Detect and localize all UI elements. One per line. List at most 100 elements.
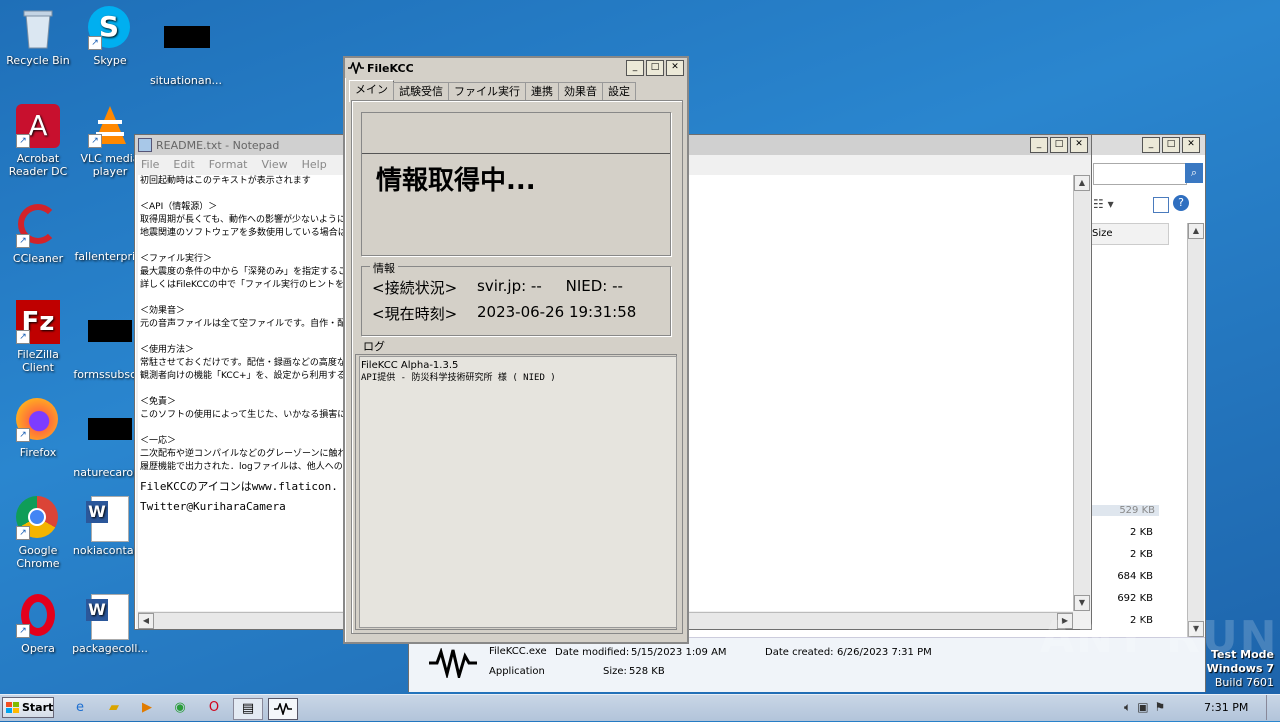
minimize-button[interactable]: _ bbox=[1030, 137, 1048, 153]
scroll-up-button[interactable]: ▲ bbox=[1074, 175, 1090, 191]
close-button[interactable]: ✕ bbox=[666, 60, 684, 76]
desktop-icon-recycle-bin[interactable]: Recycle Bin bbox=[0, 6, 76, 67]
menu-edit[interactable]: Edit bbox=[173, 158, 194, 171]
tab-file-exec[interactable]: ファイル実行 bbox=[448, 82, 526, 101]
show-desktop-button[interactable] bbox=[1266, 695, 1279, 720]
redacted-file-icon bbox=[88, 418, 132, 462]
opera-icon: ↗ bbox=[16, 594, 60, 638]
notepad-app-icon bbox=[138, 138, 152, 152]
filekcc-tabs: メイン 試験受信 ファイル実行 連携 効果音 設定 bbox=[345, 78, 687, 102]
ie-icon[interactable]: e bbox=[66, 698, 94, 718]
acrobat-icon: A ↗ bbox=[16, 104, 60, 148]
log-line: API提供 - 防災科学技術研究所 様 ( NIED ) bbox=[361, 373, 556, 383]
tab-main[interactable]: メイン bbox=[349, 80, 394, 102]
scroll-left-button[interactable]: ◀ bbox=[138, 613, 154, 629]
minimize-button[interactable]: _ bbox=[626, 60, 644, 76]
tab-link[interactable]: 連携 bbox=[525, 82, 559, 101]
word-doc-icon: W bbox=[86, 496, 132, 542]
desktop-icon-firefox[interactable]: ↗ Firefox bbox=[0, 398, 76, 459]
vlc-icon: ↗ bbox=[88, 104, 132, 148]
system-tray: 🔈︎▣⚑ bbox=[1124, 700, 1171, 715]
maximize-button[interactable]: □ bbox=[1162, 137, 1180, 153]
flag-icon[interactable]: ⚑ bbox=[1155, 700, 1172, 714]
tab-test-receive[interactable]: 試験受信 bbox=[393, 82, 449, 101]
status-panel: 情報取得中... bbox=[361, 112, 671, 256]
clock[interactable]: 7:31 PM bbox=[1204, 701, 1248, 714]
desktop-icon-filezilla[interactable]: Fz ↗ FileZilla Client bbox=[0, 300, 76, 374]
size-cell[interactable]: 692 KB bbox=[1087, 593, 1157, 604]
details-type: Application bbox=[489, 666, 545, 677]
help-icon[interactable]: ? bbox=[1173, 195, 1189, 211]
search-icon[interactable]: ⌕ bbox=[1185, 163, 1203, 183]
desktop-icon-ccleaner[interactable]: ↗ CCleaner bbox=[0, 202, 76, 265]
explorer-folder-icon[interactable]: ▰ bbox=[100, 698, 128, 718]
desktop-icon-opera[interactable]: ↗ Opera bbox=[0, 594, 76, 655]
notepad-vscrollbar[interactable]: ▲ ▼ bbox=[1073, 175, 1090, 611]
speaker-icon[interactable]: 🔈︎ bbox=[1124, 700, 1137, 714]
chrome-taskbar-icon[interactable]: ◉ bbox=[166, 698, 194, 718]
scroll-up-button[interactable]: ▲ bbox=[1188, 223, 1204, 239]
close-button[interactable]: ✕ bbox=[1182, 137, 1200, 153]
view-options-icon[interactable]: ☷ ▾ bbox=[1093, 197, 1114, 211]
log-line: FileKCC Alpha-1.3.5 bbox=[361, 360, 459, 371]
redacted-file-icon bbox=[88, 320, 132, 364]
chrome-icon: ↗ bbox=[16, 496, 60, 540]
filekcc-app-icon bbox=[348, 62, 364, 74]
desktop-icon-situationan[interactable]: situationan... bbox=[148, 6, 224, 87]
menu-format[interactable]: Format bbox=[209, 158, 248, 171]
notepad-title: README.txt - Notepad bbox=[156, 138, 280, 152]
info-group-label: 情報 bbox=[370, 260, 398, 276]
desktop-icon-skype[interactable]: S ↗ Skype bbox=[72, 6, 148, 67]
scroll-down-button[interactable]: ▼ bbox=[1074, 595, 1090, 611]
search-input[interactable] bbox=[1093, 163, 1187, 185]
tab-settings[interactable]: 設定 bbox=[602, 82, 636, 101]
status-header-strip bbox=[362, 113, 670, 154]
time-label: <現在時刻> bbox=[372, 305, 458, 323]
menu-view[interactable]: View bbox=[262, 158, 288, 171]
minimize-button[interactable]: _ bbox=[1142, 137, 1160, 153]
details-date-created: 6/26/2023 7:31 PM bbox=[837, 647, 932, 658]
log-box[interactable]: FileKCC Alpha-1.3.5 API提供 - 防災科学技術研究所 様 … bbox=[359, 356, 677, 628]
opera-taskbar-icon[interactable]: O bbox=[200, 698, 228, 718]
test-mode-line: Test Mode bbox=[1211, 648, 1274, 661]
media-player-icon[interactable]: ▶ bbox=[133, 698, 161, 718]
network-icon[interactable]: ▣ bbox=[1137, 700, 1154, 714]
details-file-name: FileKCC.exe bbox=[489, 646, 547, 657]
size-cell[interactable]: 684 KB bbox=[1087, 571, 1157, 582]
desktop-icon-acrobat[interactable]: A ↗ Acrobat Reader DC bbox=[0, 104, 76, 178]
log-group-label: ログ bbox=[363, 340, 385, 353]
menu-help[interactable]: Help bbox=[302, 158, 327, 171]
preview-pane-icon[interactable] bbox=[1153, 197, 1169, 213]
maximize-button[interactable]: □ bbox=[1050, 137, 1068, 153]
filekcc-taskbar-icon[interactable] bbox=[268, 698, 298, 720]
details-size: 528 KB bbox=[629, 666, 665, 677]
maximize-button[interactable]: □ bbox=[646, 60, 664, 76]
connection-value: svir.jp: -- NIED: -- bbox=[477, 277, 623, 295]
size-cell[interactable]: 2 KB bbox=[1087, 527, 1157, 538]
tab-sound-effects[interactable]: 効果音 bbox=[558, 82, 603, 101]
filekcc-window: FileKCC _ □ ✕ メイン 試験受信 ファイル実行 連携 効果音 設定 … bbox=[343, 56, 689, 644]
column-header-size[interactable]: Size bbox=[1087, 223, 1169, 245]
test-mode-watermark: Test Mode Windows 7 Build 7601 bbox=[1207, 648, 1274, 690]
close-button[interactable]: ✕ bbox=[1070, 137, 1088, 153]
details-date-created-label: Date created: bbox=[765, 647, 834, 658]
details-date-modified-label: Date modified: bbox=[555, 647, 630, 658]
windows-logo-icon bbox=[6, 702, 19, 713]
test-mode-line: Build 7601 bbox=[1214, 676, 1274, 689]
start-button[interactable]: Start bbox=[2, 697, 54, 718]
taskbar: Start e ▰ ▶ ◉ O ▤ 🔈︎▣⚑ 7:31 PM bbox=[0, 694, 1280, 721]
menu-file[interactable]: File bbox=[141, 158, 159, 171]
status-text: 情報取得中... bbox=[376, 166, 536, 196]
explorer-scrollbar[interactable]: ▲ ▼ bbox=[1187, 223, 1204, 637]
file-icon bbox=[88, 202, 132, 246]
size-cell[interactable]: 2 KB bbox=[1087, 549, 1157, 560]
filekcc-app-icon bbox=[429, 648, 477, 678]
firefox-icon: ↗ bbox=[16, 398, 60, 442]
redacted-file-icon bbox=[164, 26, 210, 70]
info-group: 情報 <接続状況> svir.jp: -- NIED: -- <現在時刻> 20… bbox=[361, 260, 671, 336]
size-cell[interactable]: 529 KB bbox=[1087, 505, 1159, 516]
test-mode-line: Windows 7 bbox=[1206, 662, 1274, 675]
time-value: 2023-06-26 19:31:58 bbox=[477, 303, 637, 321]
notepad-taskbar-icon[interactable]: ▤ bbox=[233, 698, 263, 720]
desktop-icon-chrome[interactable]: ↗ Google Chrome bbox=[0, 496, 76, 570]
